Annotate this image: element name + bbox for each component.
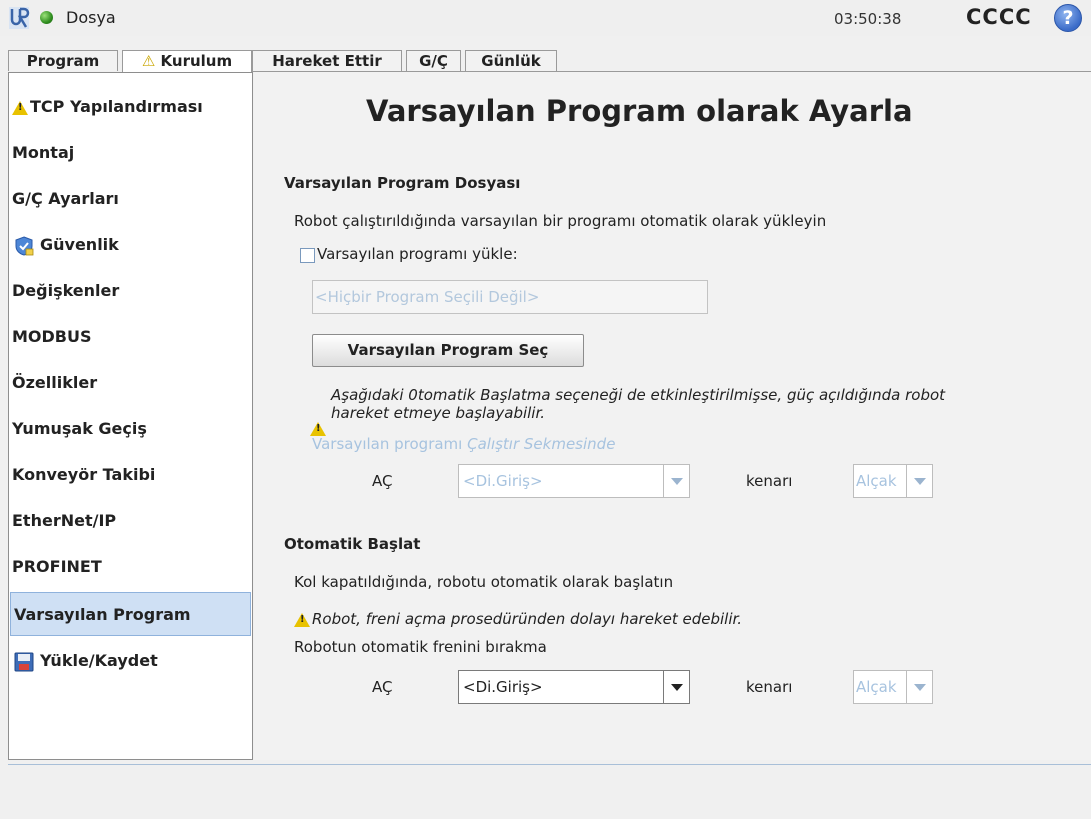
sidebar-item-label: Değişkenler bbox=[12, 281, 120, 300]
select-value: <Di.Giriş> bbox=[463, 472, 543, 490]
run-tab-prefix: Varsayılan programı bbox=[312, 435, 468, 453]
sidebar-item-load-save[interactable]: Yükle/Kaydet bbox=[9, 639, 252, 683]
sidebar-item-label: Güvenlik bbox=[40, 235, 119, 254]
brake-warning: Robot, freni açma prosedüründen dolayı h… bbox=[294, 610, 742, 628]
help-icon[interactable]: ? bbox=[1054, 4, 1082, 32]
sidebar-item-label: PROFINET bbox=[12, 557, 102, 576]
tab-installation[interactable]: ⚠ Kurulum bbox=[122, 50, 252, 73]
autostart-warning-line2: hareket etmeye başlayabilir. bbox=[331, 404, 546, 422]
tab-move[interactable]: Hareket Ettir bbox=[252, 50, 402, 71]
tab-program[interactable]: Program bbox=[8, 50, 118, 71]
tab-label: G/Ç bbox=[419, 52, 448, 70]
sidebar-item-label: Özellikler bbox=[12, 373, 98, 392]
tab-io[interactable]: G/Ç bbox=[406, 50, 461, 71]
sidebar-item-label: Yumuşak Geçiş bbox=[12, 419, 147, 438]
sidebar-item-ethernet-ip[interactable]: EtherNet/IP bbox=[9, 499, 252, 543]
run-tab-label: Varsayılan programı Çalıştır Sekmesinde bbox=[312, 435, 615, 453]
tab-label: Kurulum bbox=[160, 52, 233, 70]
sidebar-item-label: MODBUS bbox=[12, 327, 92, 346]
load-default-program-label: Varsayılan programı yükle: bbox=[317, 245, 518, 263]
sidebar-item-features[interactable]: Özellikler bbox=[9, 361, 252, 405]
sidebar-item-variables[interactable]: Değişkenler bbox=[9, 269, 252, 313]
default-program-field: <Hiçbir Program Seçili Değil> bbox=[312, 280, 708, 314]
tab-label: Hareket Ettir bbox=[272, 52, 382, 70]
sidebar-item-label: Varsayılan Program bbox=[14, 605, 191, 624]
tab-label: Program bbox=[26, 52, 100, 70]
select-value: Alçak bbox=[856, 472, 897, 490]
chevron-down-icon bbox=[906, 671, 932, 703]
sidebar-item-default-program[interactable]: Varsayılan Program bbox=[10, 592, 251, 636]
warning-icon bbox=[12, 100, 28, 115]
shield-icon bbox=[15, 235, 34, 256]
select-value: <Di.Giriş> bbox=[463, 678, 543, 696]
autostart-edge-select[interactable]: Alçak bbox=[853, 670, 933, 704]
sidebar-item-label: Konveyör Takibi bbox=[12, 465, 156, 484]
autostart-description: Kol kapatıldığında, robotu otomatik olar… bbox=[294, 573, 674, 591]
clock: 03:50:38 bbox=[834, 10, 902, 28]
tab-label: Günlük bbox=[481, 52, 541, 70]
chevron-down-icon bbox=[663, 671, 689, 703]
tab-log[interactable]: Günlük bbox=[465, 50, 557, 71]
edge-label: kenarı bbox=[746, 472, 793, 490]
sidebar-item-io-setup[interactable]: G/Ç Ayarları bbox=[9, 177, 252, 221]
sidebar-item-label: EtherNet/IP bbox=[12, 511, 117, 530]
bottom-divider bbox=[8, 764, 1091, 765]
sidebar-item-label: G/Ç Ayarları bbox=[12, 189, 119, 208]
warning-icon: ⚠ bbox=[141, 52, 156, 70]
main-panel: Varsayılan Program olarak Ayarla Varsayı… bbox=[254, 72, 1091, 760]
default-file-description: Robot çalıştırıldığında varsayılan bir p… bbox=[294, 212, 827, 230]
save-icon bbox=[14, 652, 34, 671]
sidebar-item-safety[interactable]: Güvenlik bbox=[9, 223, 252, 267]
select-value: Alçak bbox=[856, 678, 897, 696]
sidebar-item-label: Yükle/Kaydet bbox=[40, 651, 158, 670]
chevron-down-icon bbox=[906, 465, 932, 497]
edge-label: kenarı bbox=[746, 678, 793, 696]
brake-release-label: Robotun otomatik frenini bırakma bbox=[294, 638, 547, 656]
sidebar-item-smooth-transition[interactable]: Yumuşak Geçiş bbox=[9, 407, 252, 451]
select-default-program-button[interactable]: Varsayılan Program Seç bbox=[312, 334, 584, 367]
warning-icon bbox=[294, 612, 310, 627]
load-default-program-checkbox[interactable] bbox=[300, 248, 315, 263]
sidebar-item-profinet[interactable]: PROFINET bbox=[9, 545, 252, 589]
file-menu[interactable]: Dosya bbox=[66, 8, 116, 27]
sidebar-item-modbus[interactable]: MODBUS bbox=[9, 315, 252, 359]
sidebar-item-conveyor-tracking[interactable]: Konveyör Takibi bbox=[9, 453, 252, 497]
on-label: AÇ bbox=[372, 678, 393, 696]
warning-icon bbox=[310, 422, 326, 436]
default-program-input-select[interactable]: <Di.Giriş> bbox=[458, 464, 690, 498]
sidebar-item-mounting[interactable]: Montaj bbox=[9, 131, 252, 175]
ur-logo-icon bbox=[9, 7, 30, 29]
robot-status-icon bbox=[40, 11, 53, 24]
section-heading-default-file: Varsayılan Program Dosyası bbox=[284, 174, 521, 192]
chevron-down-icon bbox=[663, 465, 689, 497]
sidebar: TCP Yapılandırması Montaj G/Ç Ayarları G… bbox=[8, 72, 253, 760]
page-title: Varsayılan Program olarak Ayarla bbox=[366, 94, 913, 128]
autostart-warning-line1: Aşağıdaki 0tomatik Başlatma seçeneği de … bbox=[331, 386, 946, 404]
default-program-edge-select[interactable]: Alçak bbox=[853, 464, 933, 498]
robot-name: CCCC bbox=[966, 5, 1032, 29]
top-bar: Dosya 03:50:38 CCCC ? bbox=[0, 0, 1091, 36]
run-tab-italic: Çalıştır Sekmesinde bbox=[467, 435, 616, 453]
brake-warning-text: Robot, freni açma prosedüründen dolayı h… bbox=[312, 610, 743, 628]
section-heading-autostart: Otomatik Başlat bbox=[284, 535, 421, 553]
autostart-input-select[interactable]: <Di.Giriş> bbox=[458, 670, 690, 704]
sidebar-item-label: Montaj bbox=[12, 143, 75, 162]
on-label: AÇ bbox=[372, 472, 393, 490]
sidebar-item-tcp[interactable]: TCP Yapılandırması bbox=[9, 85, 252, 129]
sidebar-item-label: TCP Yapılandırması bbox=[30, 97, 203, 116]
